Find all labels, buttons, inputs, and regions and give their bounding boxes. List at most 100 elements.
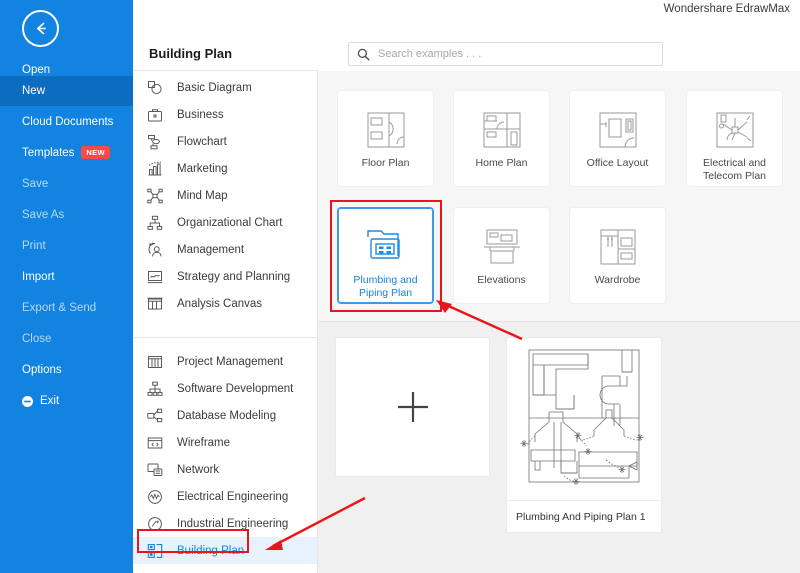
- category-label: Industrial Engineering: [177, 517, 289, 530]
- sidebar-item-label: Templates: [22, 147, 75, 159]
- flowchart-icon: [145, 132, 165, 152]
- sidebar-item-export-send[interactable]: Export & Send: [0, 293, 133, 323]
- category-label: Basic Diagram: [177, 81, 252, 94]
- sidebar-item-cloud-documents[interactable]: Cloud Documents: [0, 107, 133, 137]
- sidebar-item-import[interactable]: Import: [0, 262, 133, 292]
- plumbing-and-piping-plan-card[interactable]: Plumbing and Piping Plan: [337, 207, 434, 304]
- floor-plan-icon: [365, 108, 407, 152]
- edrawmax-new-document-screen: Open New Cloud Documents Templates NEW S…: [0, 0, 800, 573]
- category-label: Wireframe: [177, 436, 231, 449]
- sidebar-item-label: New: [22, 85, 46, 97]
- sidebar-item-building-plan[interactable]: Building Plan: [133, 537, 318, 564]
- sidebar-item-electrical-engineering[interactable]: Electrical Engineering: [133, 483, 318, 510]
- sidebar-item-management[interactable]: Management: [133, 236, 318, 263]
- management-icon: [145, 240, 165, 260]
- sidebar-item-label: Close: [22, 333, 52, 345]
- sidebar-item-label: Options: [22, 364, 62, 376]
- sidebar-item-business[interactable]: Business: [133, 101, 318, 128]
- sidebar-item-templates[interactable]: Templates NEW: [0, 138, 133, 168]
- industrial-engineering-icon: [145, 514, 165, 534]
- electrical-engineering-icon: [145, 487, 165, 507]
- wardrobe-card[interactable]: Wardrobe: [569, 207, 666, 304]
- category-label: Building Plan: [177, 544, 245, 557]
- sidebar-item-label: Save: [22, 178, 49, 190]
- sidebar-item-network[interactable]: Network: [133, 456, 318, 483]
- sidebar-item-flowchart[interactable]: Flowchart: [133, 128, 318, 155]
- category-list-primary: Basic Diagram Business Flowchart Marketi…: [133, 74, 318, 317]
- sidebar-item-label: Open: [22, 64, 51, 76]
- electrical-telecom-icon: [714, 108, 756, 152]
- sidebar-item-label: Cloud Documents: [22, 116, 114, 128]
- page-title: Building Plan: [149, 46, 233, 61]
- app-brand-title: Wondershare EdrawMax: [663, 3, 790, 15]
- electrical-and-telecom-plan-card[interactable]: Electrical and Telecom Plan: [686, 90, 783, 187]
- back-arrow-icon: [37, 22, 46, 35]
- sidebar-item-print[interactable]: Print: [0, 231, 133, 261]
- sidebar-item-marketing[interactable]: Marketing: [133, 155, 318, 182]
- project-management-icon: [145, 352, 165, 372]
- sidebar-item-database-modeling[interactable]: Database Modeling: [133, 402, 318, 429]
- category-label: Flowchart: [177, 135, 227, 148]
- sidebar-item-analysis-canvas[interactable]: Analysis Canvas: [133, 290, 318, 317]
- category-label: Business: [177, 108, 224, 121]
- home-plan-icon: [481, 108, 523, 152]
- category-label: Project Management: [177, 355, 284, 368]
- category-label: Software Development: [177, 382, 294, 395]
- back-button[interactable]: [22, 10, 59, 47]
- type-card-label: Office Layout: [586, 157, 649, 169]
- office-layout-icon: [597, 108, 639, 152]
- category-list-secondary: Project Management Software Development: [133, 348, 318, 564]
- type-card-label: Floor Plan: [361, 157, 410, 169]
- floor-plan-card[interactable]: Floor Plan: [337, 90, 434, 187]
- sidebar-item-project-management[interactable]: Project Management: [133, 348, 318, 375]
- document-name: Plumbing And Piping Plan 1: [516, 510, 646, 523]
- sidebar-item-label: Exit: [40, 395, 60, 407]
- search-input[interactable]: [378, 48, 628, 60]
- sidebar-item-save[interactable]: Save: [0, 169, 133, 199]
- sidebar-item-close[interactable]: Close: [0, 324, 133, 354]
- sidebar-item-organizational-chart[interactable]: Organizational Chart: [133, 209, 318, 236]
- search-icon: [357, 48, 370, 61]
- type-card-label: Home Plan: [475, 157, 528, 169]
- strategy-icon: [145, 267, 165, 287]
- database-modeling-icon: [145, 406, 165, 426]
- exit-icon: [22, 395, 33, 407]
- sidebar-item-mind-map[interactable]: Mind Map: [133, 182, 318, 209]
- search-box[interactable]: [348, 42, 663, 66]
- sidebar-item-exit[interactable]: Exit: [0, 386, 133, 416]
- type-card-label: Plumbing and Piping Plan: [353, 274, 418, 299]
- building-plan-icon: [145, 541, 165, 561]
- sidebar-item-save-as[interactable]: Save As: [0, 200, 133, 230]
- wireframe-icon: [145, 433, 165, 453]
- sidebar-item-software-development[interactable]: Software Development: [133, 375, 318, 402]
- sidebar-item-label: Print: [22, 240, 46, 252]
- sidebar-item-new[interactable]: New: [0, 76, 133, 106]
- sidebar-item-label: Save As: [22, 209, 65, 221]
- elevations-icon: [481, 225, 523, 269]
- sidebar-item-wireframe[interactable]: Wireframe: [133, 429, 318, 456]
- sidebar-item-basic-diagram[interactable]: Basic Diagram: [133, 74, 318, 101]
- bar-chart-icon: [145, 159, 165, 179]
- document-card[interactable]: Plumbing And Piping Plan 1: [506, 337, 662, 533]
- software-development-icon: [145, 379, 165, 399]
- new-blank-document-card[interactable]: [335, 337, 490, 477]
- divider: [133, 70, 318, 71]
- briefcase-icon: [145, 105, 165, 125]
- category-label: Network: [177, 463, 220, 476]
- type-card-label: Wardrobe: [594, 274, 641, 286]
- category-label: Mind Map: [177, 189, 228, 202]
- home-plan-card[interactable]: Home Plan: [453, 90, 550, 187]
- category-label: Electrical Engineering: [177, 490, 289, 503]
- type-card-label: Elevations: [477, 274, 526, 286]
- wardrobe-icon: [597, 225, 639, 269]
- plumbing-piping-icon: [364, 225, 408, 269]
- category-label: Organizational Chart: [177, 216, 283, 229]
- category-label: Analysis Canvas: [177, 297, 263, 310]
- elevations-card[interactable]: Elevations: [453, 207, 550, 304]
- basic-diagram-icon: [145, 78, 165, 98]
- sidebar-item-options[interactable]: Options: [0, 355, 133, 385]
- office-layout-card[interactable]: Office Layout: [569, 90, 666, 187]
- sidebar-item-strategy-and-planning[interactable]: Strategy and Planning: [133, 263, 318, 290]
- sidebar-item-industrial-engineering[interactable]: Industrial Engineering: [133, 510, 318, 537]
- mind-map-icon: [145, 186, 165, 206]
